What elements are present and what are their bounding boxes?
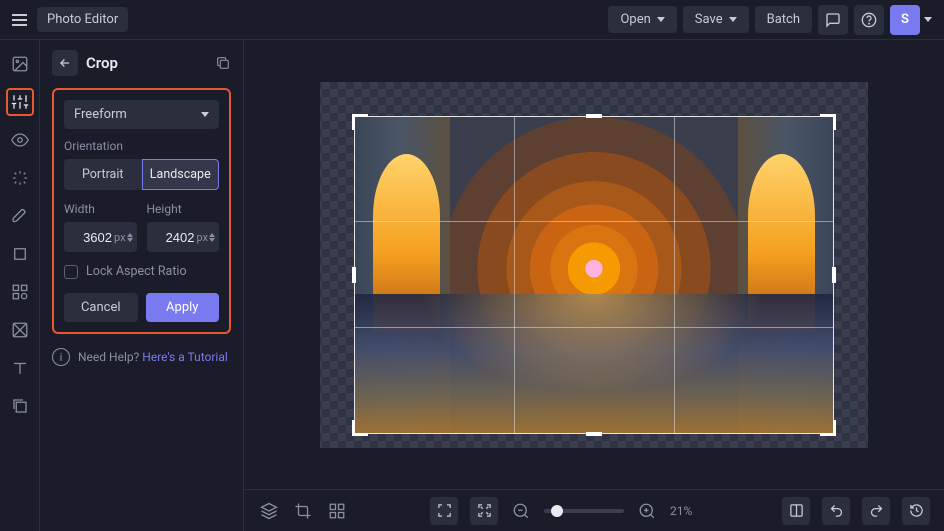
unit-label: px	[197, 231, 209, 244]
tutorial-link[interactable]: Here's a Tutorial	[142, 350, 228, 364]
batch-label: Batch	[767, 12, 800, 27]
checkbox-icon	[64, 265, 78, 279]
chevron-down-icon[interactable]	[924, 17, 932, 22]
tool-rail	[0, 40, 40, 531]
orientation-label: Orientation	[64, 139, 219, 153]
history-icon[interactable]	[902, 497, 930, 525]
help-icon[interactable]	[854, 5, 884, 35]
zoom-out-icon[interactable]	[510, 500, 532, 522]
grid-line	[354, 327, 834, 328]
open-button[interactable]: Open	[608, 6, 676, 33]
height-label: Height	[147, 202, 220, 216]
crop-handle-left[interactable]	[352, 267, 356, 283]
adjust-tool-icon[interactable]	[6, 88, 34, 116]
width-label: Width	[64, 202, 137, 216]
width-step-down[interactable]	[127, 238, 133, 242]
help-text: Need Help? Here's a Tutorial	[78, 350, 228, 364]
canvas-area: 21%	[244, 40, 944, 531]
brush-tool-icon[interactable]	[6, 202, 34, 230]
layers-icon[interactable]	[258, 500, 280, 522]
chevron-down-icon	[657, 17, 665, 22]
batch-button[interactable]: Batch	[755, 6, 812, 33]
avatar-letter: S	[901, 12, 909, 27]
crop-handle-tr[interactable]	[820, 114, 836, 130]
text-tool-icon[interactable]	[6, 354, 34, 382]
grid-line	[354, 221, 834, 222]
crop-icon[interactable]	[292, 500, 314, 522]
height-input-wrap: px	[147, 222, 220, 252]
orientation-toggle: Portrait Landscape	[64, 159, 219, 190]
layers-tool-icon[interactable]	[6, 392, 34, 420]
help-row: i Need Help? Here's a Tutorial	[52, 348, 231, 366]
chevron-down-icon	[729, 17, 737, 22]
image-canvas[interactable]	[320, 82, 868, 448]
app-title: Photo Editor	[37, 7, 128, 32]
open-label: Open	[620, 12, 650, 27]
image-tool-icon[interactable]	[6, 50, 34, 78]
lock-aspect-checkbox[interactable]: Lock Aspect Ratio	[64, 264, 219, 279]
cancel-button[interactable]: Cancel	[64, 293, 138, 322]
crop-handle-right[interactable]	[832, 267, 836, 283]
avatar[interactable]: S	[890, 5, 920, 35]
crop-handle-bottom[interactable]	[586, 432, 602, 436]
topbar: Photo Editor Open Save Batch S	[0, 0, 944, 40]
comment-icon[interactable]	[818, 5, 848, 35]
width-step-up[interactable]	[127, 233, 133, 237]
unit-label: px	[114, 231, 126, 244]
chevron-down-icon	[201, 112, 209, 117]
crop-handle-bl[interactable]	[352, 420, 368, 436]
zoom-slider[interactable]	[544, 509, 624, 513]
fit-icon[interactable]	[470, 497, 498, 525]
zoom-in-icon[interactable]	[636, 500, 658, 522]
fullscreen-icon[interactable]	[430, 497, 458, 525]
elements-tool-icon[interactable]	[6, 278, 34, 306]
save-label: Save	[695, 12, 723, 27]
compare-icon[interactable]	[782, 497, 810, 525]
grid-line	[514, 116, 515, 434]
crop-border	[354, 116, 834, 434]
crop-panel: Crop Freeform Orientation Portrait Lands…	[40, 40, 244, 531]
width-input[interactable]	[72, 230, 112, 245]
height-input[interactable]	[155, 230, 195, 245]
height-step-up[interactable]	[209, 233, 215, 237]
sparkle-tool-icon[interactable]	[6, 164, 34, 192]
apply-button[interactable]: Apply	[146, 293, 220, 322]
crop-handle-tl[interactable]	[352, 114, 368, 130]
grid-line	[674, 116, 675, 434]
overlay-tool-icon[interactable]	[6, 316, 34, 344]
undo-icon[interactable]	[822, 497, 850, 525]
height-step-down[interactable]	[209, 238, 215, 242]
crop-preset-dropdown[interactable]: Freeform	[64, 100, 219, 129]
preset-value: Freeform	[74, 107, 127, 122]
eye-tool-icon[interactable]	[6, 126, 34, 154]
crop-region[interactable]	[354, 116, 834, 434]
panel-title: Crop	[86, 54, 207, 72]
info-icon: i	[52, 348, 70, 366]
grid-icon[interactable]	[326, 500, 348, 522]
back-button[interactable]	[52, 50, 78, 76]
menu-icon[interactable]	[12, 14, 27, 26]
width-input-wrap: px	[64, 222, 137, 252]
crop-handle-top[interactable]	[586, 114, 602, 118]
redo-icon[interactable]	[862, 497, 890, 525]
crop-settings-highlight: Freeform Orientation Portrait Landscape …	[52, 88, 231, 334]
landscape-option[interactable]: Landscape	[142, 159, 220, 190]
bottom-toolbar: 21%	[244, 489, 944, 531]
lock-aspect-label: Lock Aspect Ratio	[86, 264, 187, 279]
crop-handle-br[interactable]	[820, 420, 836, 436]
frame-tool-icon[interactable]	[6, 240, 34, 268]
zoom-value: 21%	[670, 504, 700, 518]
copy-icon[interactable]	[215, 55, 231, 71]
zoom-thumb[interactable]	[551, 505, 563, 517]
portrait-option[interactable]: Portrait	[64, 159, 142, 190]
save-button[interactable]: Save	[683, 6, 749, 33]
